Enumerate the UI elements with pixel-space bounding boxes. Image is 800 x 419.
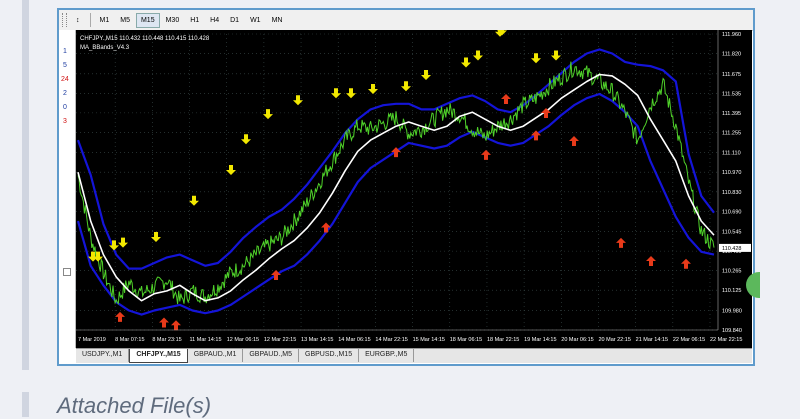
- chart-header-symbol: CHFJPY.,M15 110.432 110.448 110.415 110.…: [80, 36, 210, 42]
- price-axis-label: 109.840: [722, 328, 742, 334]
- screenshot-frame: ↕ M1 M5 M15 M30 H1 H4 D1 W1 MN 1 5 24 2 …: [57, 8, 755, 366]
- timeframe-toolbar: ↕ M1 M5 M15 M30 H1 H4 D1 W1 MN: [59, 10, 753, 31]
- tf-W1-button[interactable]: W1: [245, 13, 266, 28]
- price-axis-label: 111.820: [722, 52, 741, 58]
- time-axis-label: 11 Mar 14:15: [190, 337, 222, 343]
- price-chart[interactable]: 111.960 111.820 111.675 111.535 111.395 111.2…: [76, 25, 752, 348]
- time-axis-label: 18 Mar 22:15: [487, 337, 519, 343]
- sidebar-checkbox[interactable]: [63, 268, 71, 276]
- sidebar-number: 5: [63, 62, 67, 69]
- tab-gbpusd-m15[interactable]: GBPUSD.,M15: [299, 349, 360, 362]
- attached-files-heading: Attached File(s): [57, 393, 212, 418]
- toolbar-grip[interactable]: [62, 13, 67, 27]
- chart-svg[interactable]: 111.960 111.820 111.675 111.535 111.395 111.2…: [76, 25, 752, 348]
- price-axis-label: 111.960: [722, 32, 741, 38]
- tf-M30-button[interactable]: M30: [161, 13, 185, 28]
- price-axis-label: 111.255: [722, 130, 741, 136]
- toolbar-separator: [89, 13, 91, 27]
- price-axis-label: 110.545: [722, 230, 741, 236]
- crosshair-icon: ↕: [76, 16, 80, 24]
- sidebar-number: 24: [61, 76, 69, 83]
- tab-chfjpy-m15[interactable]: CHFJPY.,M15: [129, 349, 188, 363]
- time-axis-label: 20 Mar 22:15: [598, 337, 630, 343]
- tf-MN-button[interactable]: MN: [267, 13, 288, 28]
- symbol-sidebar: 1 5 24 2 0 3: [59, 30, 76, 348]
- price-axis-label: 111.395: [722, 111, 741, 117]
- tf-H1-button[interactable]: H1: [185, 13, 204, 28]
- time-axis-label: 18 Mar 06:15: [450, 337, 482, 343]
- price-axis-label: 111.675: [722, 72, 741, 78]
- price-axis-label: 110.970: [722, 170, 741, 176]
- time-axis-label: 20 Mar 06:15: [561, 337, 593, 343]
- tf-H4-button[interactable]: H4: [205, 13, 224, 28]
- time-axis-label: 7 Mar 2019: [78, 337, 106, 343]
- current-price-label: 110.428: [722, 246, 741, 252]
- tf-M5-button[interactable]: M5: [115, 13, 135, 28]
- sidebar-number: 0: [63, 104, 67, 111]
- price-axis-label: 109.980: [722, 308, 742, 314]
- time-axis-label: 13 Mar 14:15: [301, 337, 333, 343]
- time-axis-label: 12 Mar 22:15: [264, 337, 296, 343]
- tab-usdjpy-m1[interactable]: USDJPY.,M1: [76, 349, 130, 362]
- price-axis-label: 111.535: [722, 91, 741, 97]
- sidebar-number: 1: [63, 48, 67, 55]
- time-axis-label: 15 Mar 14:15: [413, 337, 445, 343]
- tab-gbpaud-m1[interactable]: GBPAUD.,M1: [188, 349, 244, 362]
- time-axis-label: 14 Mar 06:15: [338, 337, 370, 343]
- chart-header-indicator: MA_BBands_V4.3: [80, 45, 130, 51]
- tf-M15-button[interactable]: M15: [135, 12, 160, 28]
- chart-tabs: USDJPY.,M1 CHFJPY.,M15 GBPAUD.,M1 GBPAUD…: [76, 348, 752, 363]
- time-axis-label: 19 Mar 14:15: [524, 337, 556, 343]
- post-left-rule: [22, 0, 29, 370]
- time-axis-label: 22 Mar 22:15: [710, 337, 742, 343]
- price-axis-label: 110.265: [722, 269, 741, 275]
- time-axis-label: 22 Mar 06:15: [673, 337, 705, 343]
- price-axis-label: 110.690: [722, 209, 741, 215]
- time-axis-label: 8 Mar 07:15: [115, 337, 144, 343]
- tab-eurgbp-m5[interactable]: EURGBP.,M5: [359, 349, 415, 362]
- sidebar-number: 3: [63, 118, 67, 125]
- tf-M1-button[interactable]: M1: [95, 13, 115, 28]
- price-axis-label: 110.125: [722, 288, 741, 294]
- post-left-rule-lower: [22, 392, 29, 417]
- chart-type-button[interactable]: ↕: [71, 13, 85, 28]
- time-axis-label: 8 Mar 23:15: [152, 337, 181, 343]
- time-axis-label: 14 Mar 22:15: [375, 337, 407, 343]
- time-axis-label: 21 Mar 14:15: [636, 337, 668, 343]
- price-axis-label: 111.110: [722, 151, 741, 157]
- tab-gbpaud-m5[interactable]: GBPAUD.,M5: [243, 349, 300, 362]
- time-axis-label: 12 Mar 06:15: [227, 337, 259, 343]
- sidebar-number: 2: [63, 90, 67, 97]
- tf-D1-button[interactable]: D1: [225, 13, 244, 28]
- price-axis-label: 110.830: [722, 190, 741, 196]
